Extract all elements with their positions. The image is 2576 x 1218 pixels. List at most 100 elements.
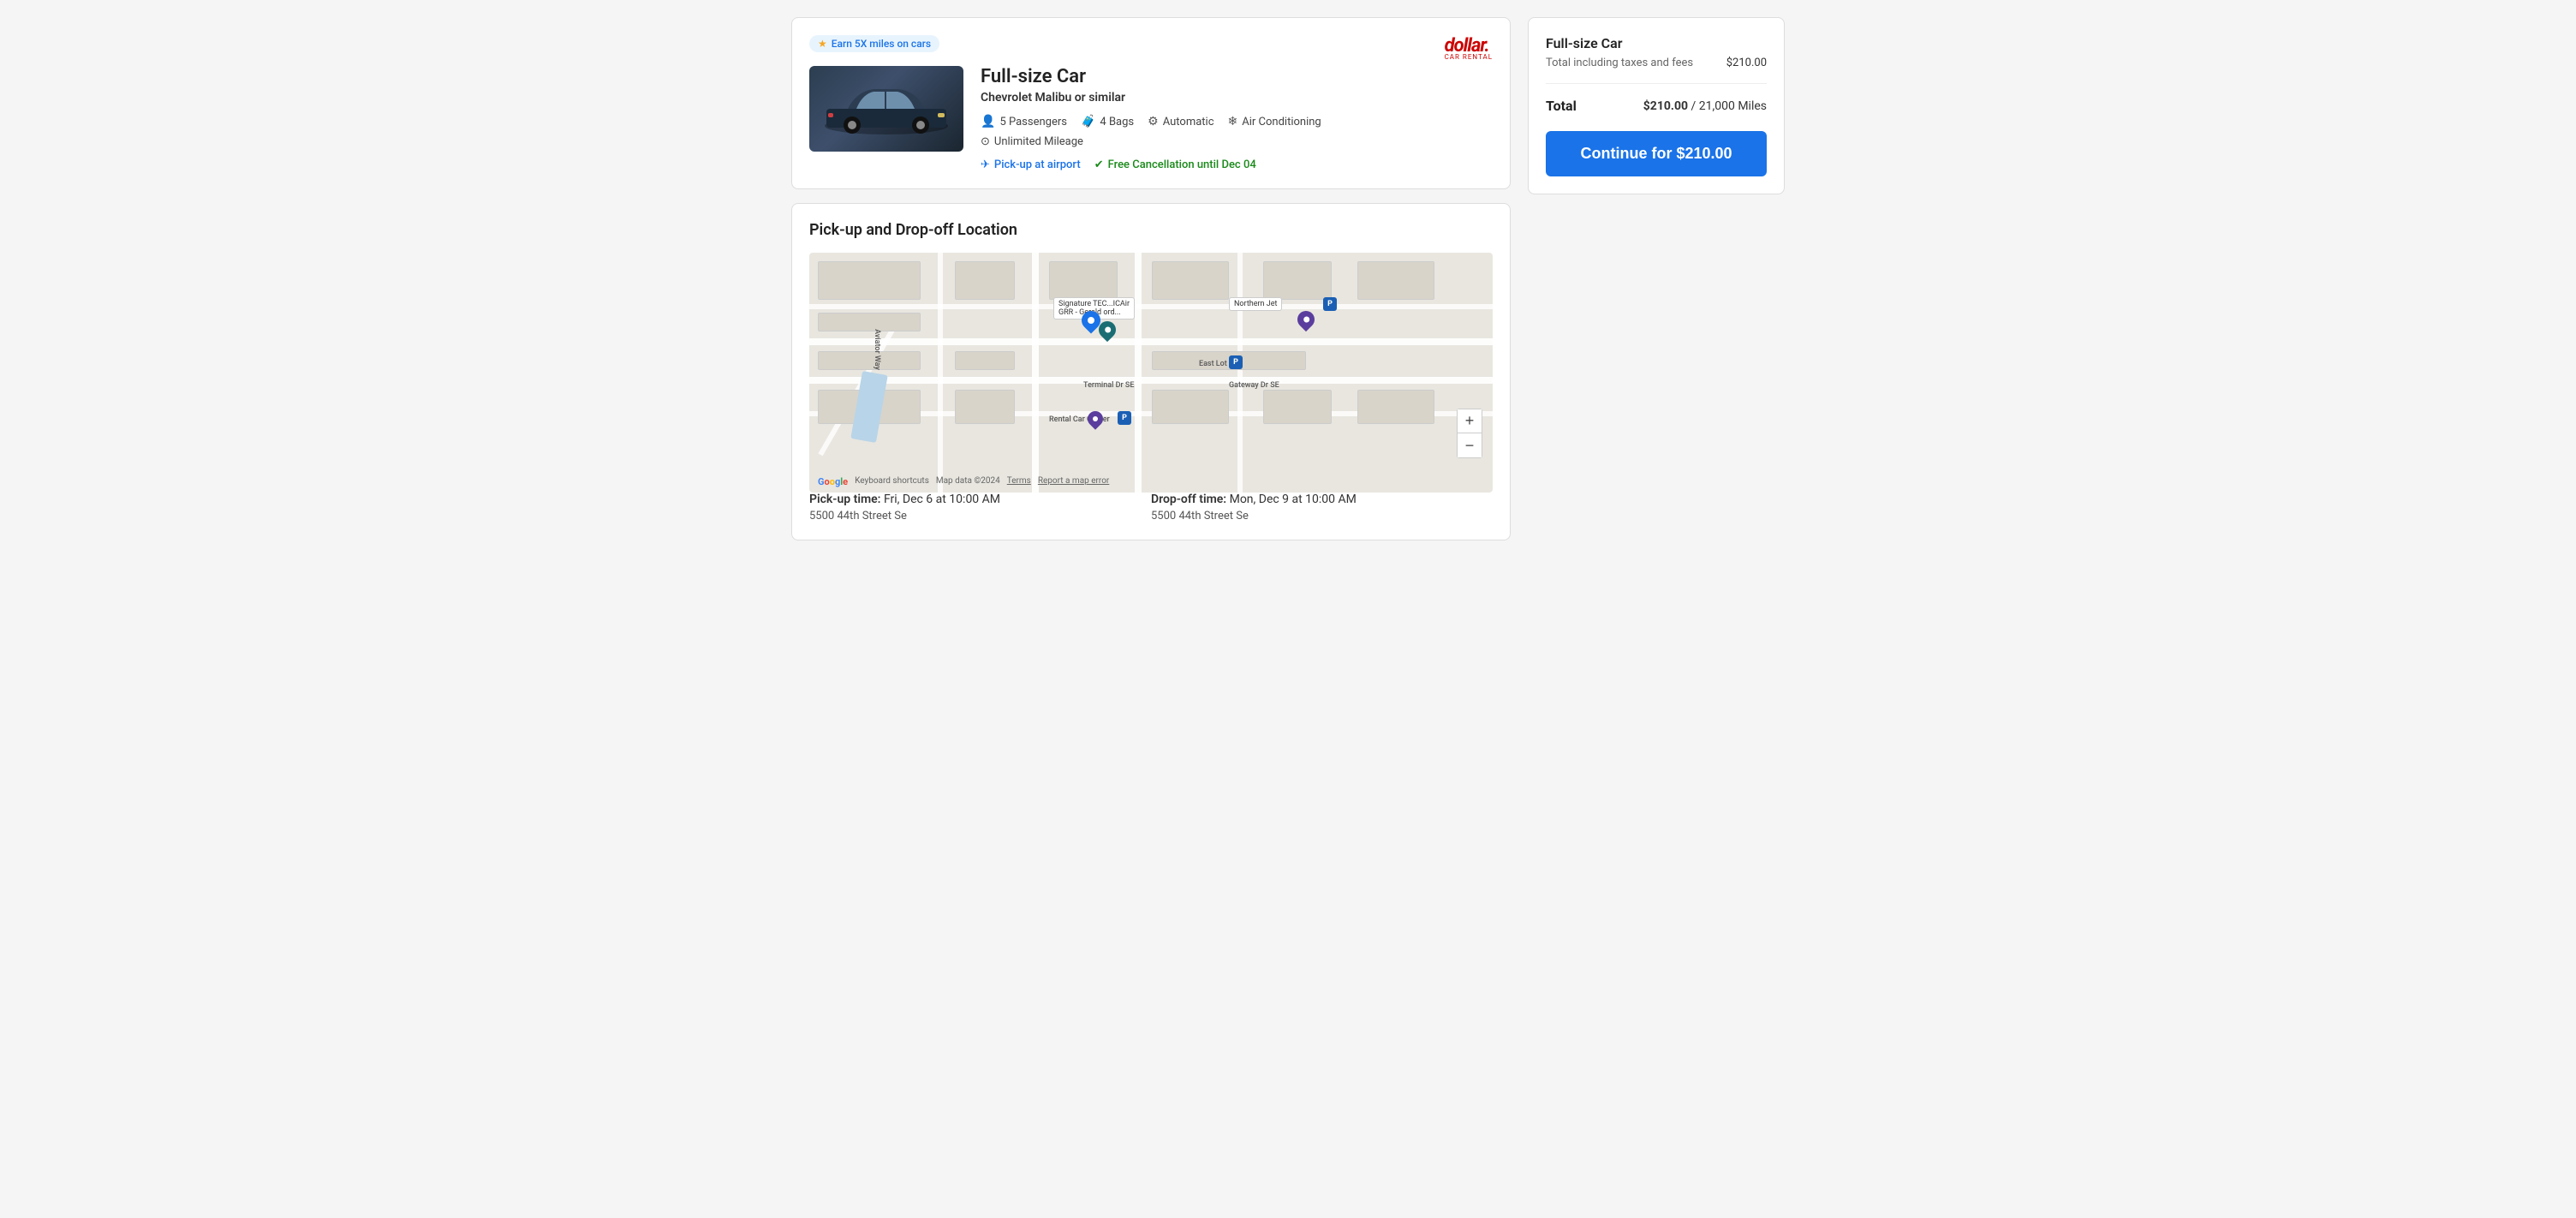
block14: [1263, 390, 1332, 424]
block5: [1263, 261, 1332, 300]
keyboard-shortcuts: Keyboard shortcuts: [855, 476, 929, 487]
earn-badge: ★ Earn 5X miles on cars: [809, 35, 939, 52]
car-features: 👤 5 Passengers 🧳 4 Bags ⚙ Automatic: [981, 115, 1493, 128]
pickup-airport-label: Pick-up at airport: [994, 158, 1081, 171]
cancellation-label: Free Cancellation until Dec 04: [1108, 158, 1256, 171]
car-details: Full-size Car Chevrolet Malibu or simila…: [981, 66, 1493, 171]
feature-ac: ❄ Air Conditioning: [1228, 115, 1321, 128]
pickup-address: 5500 44th Street Se: [809, 510, 1151, 522]
map-controls: + −: [1457, 409, 1482, 458]
pickup-airport[interactable]: ✈ Pick-up at airport: [981, 158, 1081, 171]
car-image-container: [809, 66, 963, 152]
road-v2: [1135, 253, 1142, 493]
road-h1: [809, 338, 1493, 345]
dropoff-time: Drop-off time: Mon, Dec 9 at 10:00 AM: [1151, 493, 1493, 506]
rental-car-marker: [1088, 411, 1103, 427]
pickup-time-value: Fri, Dec 6 at 10:00 AM: [884, 493, 1000, 506]
total-divider: /: [1691, 99, 1699, 113]
block7: [818, 313, 921, 331]
star-icon: ★: [818, 38, 827, 50]
block1: [818, 261, 921, 300]
car-image: [809, 66, 963, 152]
map-card: Pick-up and Drop-off Location: [791, 203, 1511, 540]
location-details: Pick-up time: Fri, Dec 6 at 10:00 AM 550…: [809, 493, 1493, 522]
block12: [955, 390, 1015, 424]
car-subtitle: Chevrolet Malibu or similar: [981, 91, 1493, 104]
parking-northern-jet: P: [1323, 297, 1337, 311]
total-label: Total: [1546, 98, 1577, 114]
pickup-row: ✈ Pick-up at airport ✔ Free Cancellation…: [981, 158, 1493, 171]
mileage-label: Unlimited Mileage: [994, 135, 1083, 148]
google-logo: Google: [818, 476, 848, 487]
continue-button[interactable]: Continue for $210.00: [1546, 131, 1767, 176]
sidebar: Full-size Car Total including taxes and …: [1528, 17, 1785, 540]
transmission-label: Automatic: [1163, 116, 1214, 128]
total-price: $210.00: [1643, 99, 1688, 113]
pickup-col: Pick-up time: Fri, Dec 6 at 10:00 AM 550…: [809, 493, 1151, 522]
aviator-way-label: Aviator Way: [873, 329, 881, 370]
bags-label: 4 Bags: [1100, 116, 1134, 128]
road-h3: [809, 304, 1493, 309]
pickup-time-label: Pick-up time:: [809, 493, 880, 506]
map-section-title: Pick-up and Drop-off Location: [809, 221, 1493, 239]
block13: [1152, 390, 1229, 424]
block15: [1357, 390, 1434, 424]
summary-total-row: Total $210.00 / 21,000 Miles: [1546, 94, 1767, 114]
road-v3: [938, 253, 943, 493]
report-link[interactable]: Report a map error: [1038, 476, 1109, 487]
secondary-marker: [1099, 321, 1116, 338]
road-v4: [1237, 253, 1243, 493]
northern-jet-marker: [1297, 311, 1315, 328]
passengers-icon: 👤: [981, 115, 995, 128]
mileage-icon: ⊙: [981, 135, 990, 148]
parking-east-lot: P: [1229, 355, 1243, 369]
east-lot-label: East Lot: [1199, 360, 1227, 368]
zoom-in-button[interactable]: +: [1458, 409, 1482, 433]
ac-icon: ❄: [1228, 115, 1238, 128]
road-v1: [1032, 253, 1039, 493]
car-silhouette: [818, 79, 955, 139]
northern-jet-label: Northern Jet: [1229, 297, 1282, 311]
feature-bags: 🧳 4 Bags: [1081, 115, 1134, 128]
free-cancellation[interactable]: ✔ Free Cancellation until Dec 04: [1094, 158, 1256, 171]
dropoff-time-label: Drop-off time:: [1151, 493, 1226, 506]
summary-card: Full-size Car Total including taxes and …: [1528, 17, 1785, 194]
plane-icon: ✈: [981, 158, 990, 171]
bags-icon: 🧳: [1081, 115, 1095, 128]
summary-subtitle-text: Total including taxes and fees: [1546, 57, 1693, 69]
primary-marker: [1082, 311, 1100, 330]
brand-logo: dollar. CAR RENTAL: [1445, 35, 1493, 61]
gateway-dr-label: Gateway Dr SE: [1229, 381, 1279, 390]
feature-passengers: 👤 5 Passengers: [981, 115, 1067, 128]
total-value: $210.00 / 21,000 Miles: [1643, 99, 1767, 113]
terminal-dr-label: Terminal Dr SE: [1083, 381, 1134, 390]
pickup-time: Pick-up time: Fri, Dec 6 at 10:00 AM: [809, 493, 1151, 506]
map-data: Map data ©2024: [936, 476, 1000, 487]
summary-price-detail: $210.00: [1726, 57, 1767, 69]
feature-transmission: ⚙ Automatic: [1148, 115, 1213, 128]
check-circle-icon: ✔: [1094, 158, 1104, 171]
terms-link[interactable]: Terms: [1007, 476, 1031, 487]
ac-label: Air Conditioning: [1242, 116, 1321, 128]
block4: [1152, 261, 1229, 300]
road-h2: [809, 377, 1493, 384]
car-card: ★ Earn 5X miles on cars: [791, 17, 1511, 189]
block3: [1049, 261, 1118, 300]
dropoff-address: 5500 44th Street Se: [1151, 510, 1493, 522]
earn-badge-text: Earn 5X miles on cars: [832, 38, 931, 50]
summary-divider: [1546, 83, 1767, 84]
passengers-label: 5 Passengers: [999, 116, 1067, 128]
summary-title: Full-size Car: [1546, 35, 1767, 51]
block8: [818, 351, 921, 370]
car-title: Full-size Car: [981, 66, 1493, 87]
summary-subtitle: Total including taxes and fees $210.00: [1546, 57, 1767, 69]
parking-rental: P: [1118, 411, 1131, 425]
dropoff-time-value: Mon, Dec 9 at 10:00 AM: [1230, 493, 1357, 506]
zoom-out-button[interactable]: −: [1458, 433, 1482, 457]
transmission-icon: ⚙: [1148, 115, 1159, 128]
dropoff-col: Drop-off time: Mon, Dec 9 at 10:00 AM 55…: [1151, 493, 1493, 522]
total-miles: 21,000 Miles: [1699, 99, 1767, 113]
mileage-row: ⊙ Unlimited Mileage: [981, 135, 1493, 148]
map-area[interactable]: Terminal Dr SE Gateway Dr SE Aviator Way…: [809, 253, 1493, 493]
map-footer: Google Keyboard shortcuts Map data ©2024…: [818, 476, 1109, 487]
